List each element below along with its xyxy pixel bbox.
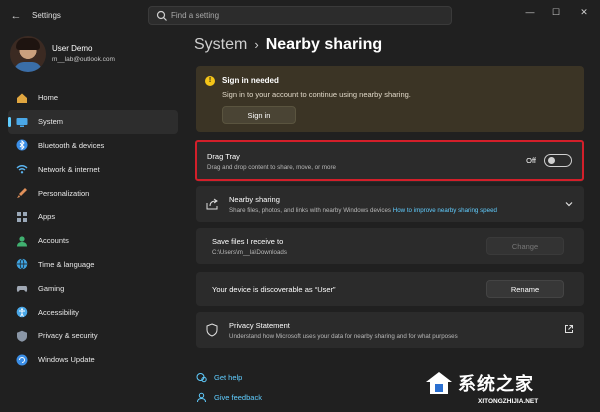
sidebar-item-system[interactable]: System	[8, 109, 178, 134]
nearby-sharing-title: Nearby sharing	[229, 195, 280, 204]
nearby-sharing-description-line: Share files, photos, and links with near…	[229, 207, 497, 214]
accounts-icon	[17, 236, 27, 247]
signin-button[interactable]: Sign in	[222, 106, 296, 124]
sidebar-item-label: Windows Update	[38, 355, 95, 365]
sidebar-item-apps[interactable]: Apps	[8, 205, 178, 229]
brush-icon	[17, 188, 27, 199]
sidebar-item-label: Apps	[38, 212, 56, 222]
app-title: Settings	[32, 11, 61, 20]
system-icon	[16, 117, 28, 127]
watermark-text: 系统之家	[458, 374, 534, 394]
back-arrow-icon[interactable]: ←	[8, 8, 24, 24]
nearby-sharing-description: Share files, photos, and links with near…	[229, 207, 391, 214]
sidebar-item-privacy-and-security[interactable]: Privacy & security	[8, 324, 178, 348]
drag-tray-toggle[interactable]	[544, 154, 572, 167]
shield-icon	[17, 330, 27, 342]
sidebar-item-label: System	[38, 117, 64, 127]
avatar	[10, 36, 46, 72]
rename-button[interactable]: Rename	[486, 280, 564, 298]
nearby-sharing-setting[interactable]: Nearby sharing Share files, photos, and …	[196, 186, 584, 222]
sidebar-item-label: Bluetooth & devices	[38, 140, 105, 150]
user-name: User Demo	[52, 44, 93, 53]
signin-title: Sign in needed	[222, 76, 279, 85]
shield-icon	[206, 323, 218, 337]
sidebar-item-windows-update[interactable]: Windows Update	[8, 348, 178, 372]
nearby-speed-link[interactable]: How to improve nearby sharing speed	[393, 207, 497, 214]
privacy-title: Privacy Statement	[229, 321, 290, 330]
sidebar-nav: Home System Bluetooth & devices Network & i…	[8, 86, 178, 372]
sidebar-item-gaming[interactable]: Gaming	[8, 276, 178, 300]
change-button[interactable]: Change	[486, 237, 564, 255]
share-icon	[206, 198, 218, 210]
sidebar-item-label: Accessibility	[38, 307, 79, 317]
feedback-icon	[197, 392, 206, 403]
discoverable-setting: Your device is discoverable as “User” Re…	[196, 272, 584, 306]
sidebar-item-label: Gaming	[38, 283, 65, 293]
privacy-statement-setting[interactable]: Privacy Statement Understand how Microso…	[196, 312, 584, 348]
signin-description: Sign in to your account to continue usin…	[222, 90, 411, 99]
discoverable-text: Your device is discoverable as “User”	[212, 285, 336, 294]
drag-tray-setting: Drag Tray Drag and drop content to share…	[196, 140, 584, 182]
help-icon	[196, 373, 207, 383]
warning-icon: !	[205, 76, 215, 86]
sidebar-item-label: Personalization	[38, 188, 90, 198]
user-email: m__lab@outlook.com	[52, 56, 115, 63]
sidebar-item-label: Accounts	[38, 236, 69, 246]
chevron-down-icon[interactable]	[564, 199, 574, 209]
watermark: 系统之家 XITONGZHIJIA.NET	[422, 364, 598, 410]
update-icon	[16, 354, 28, 366]
toggle-state-label: Off	[526, 156, 536, 165]
bluetooth-icon	[16, 139, 28, 151]
sidebar-item-home[interactable]: Home	[8, 86, 178, 110]
main-content: System › Nearby sharing ! Sign in needed S…	[188, 0, 600, 412]
sidebar-item-personalization[interactable]: Personalization	[8, 181, 178, 205]
sidebar-item-time-and-language[interactable]: Time & language	[8, 253, 178, 277]
sidebar-item-accessibility[interactable]: Accessibility	[8, 300, 178, 324]
sidebar-item-label: Network & internet	[38, 164, 100, 174]
wifi-icon	[16, 165, 28, 174]
privacy-description: Understand how Microsoft uses your data …	[229, 333, 458, 340]
sidebar-item-network-and-internet[interactable]: Network & internet	[8, 157, 178, 181]
sidebar-item-bluetooth-and-devices[interactable]: Bluetooth & devices	[8, 134, 178, 158]
user-profile[interactable]: User Demo m__lab@outlook.com	[10, 36, 180, 76]
breadcrumb: System › Nearby sharing	[194, 36, 382, 54]
home-icon	[17, 93, 27, 103]
breadcrumb-parent[interactable]: System	[194, 36, 247, 53]
give-feedback-label: Give feedback	[214, 393, 262, 402]
gaming-icon	[16, 286, 28, 293]
signin-banner: ! Sign in needed Sign in to your account…	[196, 66, 584, 132]
save-location-setting: Save files I receive to C:\Users\m__la\D…	[196, 228, 584, 264]
drag-tray-description: Drag and drop content to share, move, or…	[207, 164, 336, 171]
page-title: Nearby sharing	[265, 36, 383, 53]
save-location-path: C:\Users\m__la\Downloads	[212, 249, 287, 256]
search-icon	[156, 10, 167, 21]
apps-icon	[17, 211, 27, 222]
accessibility-icon	[16, 306, 28, 318]
external-link-icon	[565, 325, 573, 333]
save-location-title: Save files I receive to	[212, 237, 284, 246]
sidebar-item-label: Privacy & security	[38, 331, 98, 341]
sidebar-item-accounts[interactable]: Accounts	[8, 229, 178, 253]
drag-tray-title: Drag Tray	[207, 152, 240, 161]
watermark-logo-icon	[426, 372, 452, 394]
get-help-label: Get help	[214, 373, 243, 382]
watermark-url: XITONGZHIJIA.NET	[478, 398, 539, 405]
breadcrumb-separator: ›	[254, 37, 259, 52]
globe-icon	[16, 258, 28, 271]
sidebar-item-label: Time & language	[38, 259, 95, 269]
sidebar-item-label: Home	[38, 93, 59, 103]
